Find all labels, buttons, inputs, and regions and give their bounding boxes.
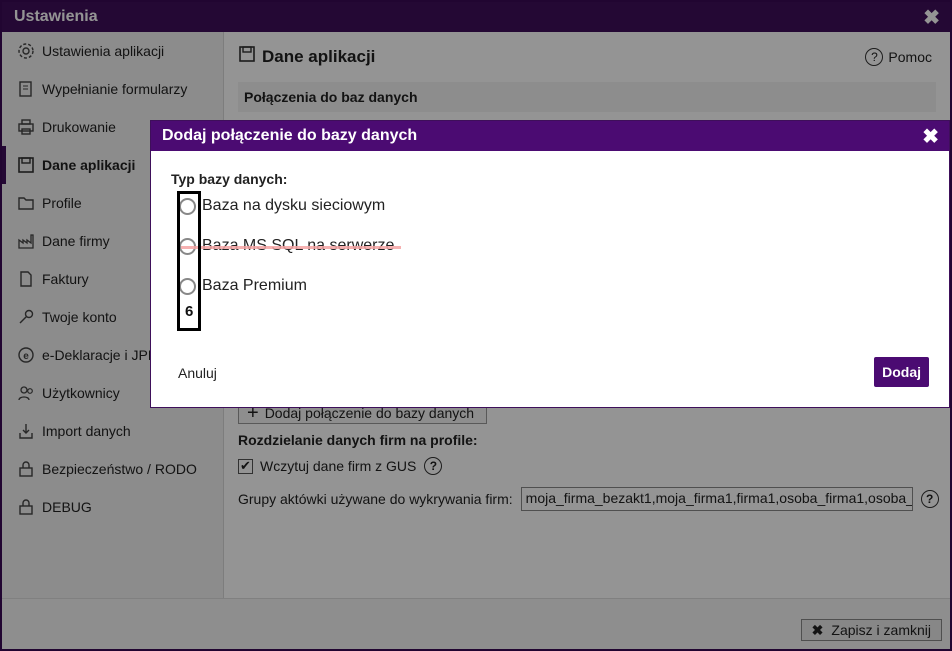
dialog-close-icon[interactable]: ✖ bbox=[922, 124, 939, 149]
radio-label: Baza na dysku sieciowym bbox=[202, 197, 386, 214]
add-button[interactable]: Dodaj bbox=[874, 357, 929, 387]
radio-label: Baza Premium bbox=[202, 277, 307, 294]
cancel-button[interactable]: Anuluj bbox=[178, 365, 217, 381]
dialog-titlebar: Dodaj połączenie do bazy danych ✖ bbox=[151, 121, 949, 151]
db-type-label: Typ bazy danych: bbox=[171, 171, 288, 187]
add-connection-dialog: Dodaj połączenie do bazy danych ✖ Typ ba… bbox=[150, 120, 950, 408]
annotation-number: 6 bbox=[185, 303, 194, 320]
dialog-title: Dodaj połączenie do bazy danych bbox=[162, 127, 418, 144]
radio-network-disk[interactable]: Baza na dysku sieciowym bbox=[179, 197, 385, 215]
strikethrough-mark bbox=[181, 246, 401, 249]
